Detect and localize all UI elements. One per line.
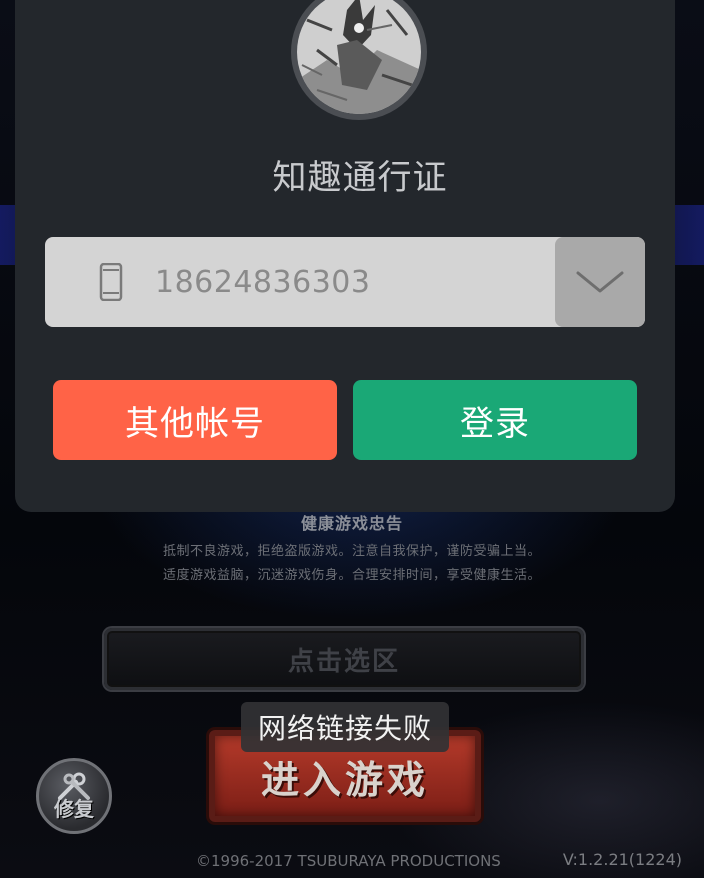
server-select-button[interactable]: 点击选区 <box>104 628 584 690</box>
hero-avatar-image <box>297 0 421 114</box>
avatar <box>291 0 427 120</box>
account-dropdown-button[interactable] <box>555 237 645 327</box>
account-field[interactable]: 18624836303 <box>45 237 645 327</box>
version-text: V:1.2.21(1224) <box>562 850 682 869</box>
login-label: 登录 <box>460 403 530 444</box>
copyright-text: ©1996-2017 TSUBURAYA PRODUCTIONS <box>196 852 501 870</box>
health-advice-title: 健康游戏忠告 <box>300 514 403 533</box>
network-error-toast: 网络链接失败 <box>241 702 449 752</box>
account-value: 18624836303 <box>155 265 371 300</box>
login-button[interactable]: 登录 <box>353 380 637 460</box>
server-select-label: 点击选区 <box>287 646 400 677</box>
enter-game-label: 进入游戏 <box>260 757 429 802</box>
health-advice-line-1: 抵制不良游戏，拒绝盗版游戏。注意自我保护，谨防受骗上当。 <box>162 544 541 559</box>
other-account-label: 其他帐号 <box>125 403 265 444</box>
repair-button[interactable]: 修复 <box>36 758 112 834</box>
dialog-title: 知趣通行证 <box>272 158 448 198</box>
repair-label: 修复 <box>54 797 94 821</box>
chevron-down-icon <box>576 271 624 293</box>
phone-icon <box>99 263 123 301</box>
health-advice-line-2: 适度游戏益脑，沉迷游戏伤身。合理安排时间，享受健康生活。 <box>162 568 541 583</box>
other-account-button[interactable]: 其他帐号 <box>53 380 337 460</box>
toast-message: 网络链接失败 <box>257 712 432 745</box>
